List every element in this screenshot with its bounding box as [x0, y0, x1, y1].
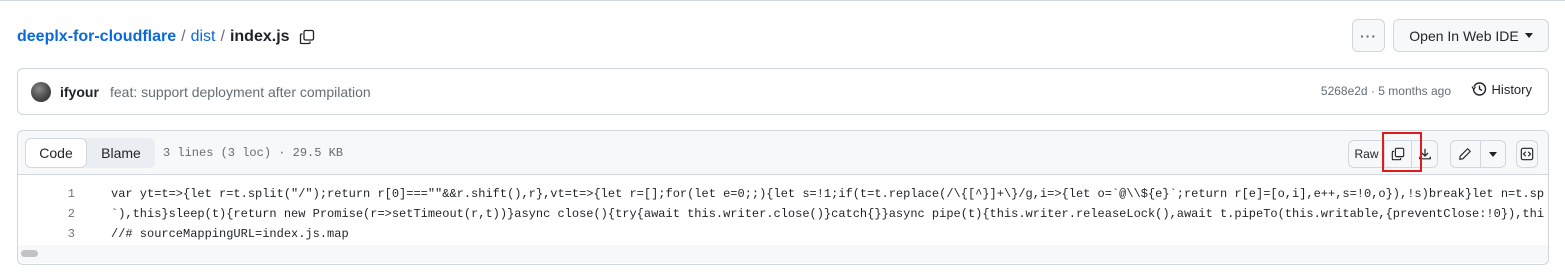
- scrollbar-thumb[interactable]: [21, 250, 38, 257]
- symbols-group: [1516, 140, 1538, 168]
- copy-path-icon[interactable]: [298, 28, 316, 46]
- edit-group: [1450, 140, 1506, 168]
- line-number[interactable]: 1: [18, 187, 75, 201]
- kebab-horizontal-icon: ···: [1360, 27, 1377, 44]
- view-toggle: Code Blame: [25, 138, 155, 168]
- code-line: 2 `),this}sleep(t){return new Promise(r=…: [18, 204, 1548, 224]
- file-viewer: Code Blame 3 lines (3 loc) · 29.5 KB Raw: [17, 130, 1549, 265]
- breadcrumb-separator: /: [181, 28, 186, 45]
- breadcrumb-separator: /: [220, 28, 225, 45]
- open-web-ide-label: Open In Web IDE: [1409, 27, 1519, 44]
- edit-options-dropdown[interactable]: [1479, 141, 1505, 167]
- commit-sha-and-date[interactable]: 5268e2d · 5 months ago: [1321, 84, 1451, 98]
- raw-button[interactable]: Raw: [1349, 141, 1385, 167]
- history-label: History: [1491, 81, 1532, 97]
- history-button[interactable]: History: [1471, 81, 1532, 97]
- horizontal-scrollbar[interactable]: [18, 245, 1548, 263]
- line-number[interactable]: 2: [18, 207, 75, 221]
- open-web-ide-button[interactable]: Open In Web IDE: [1393, 19, 1549, 52]
- tab-blame[interactable]: Blame: [87, 138, 155, 168]
- breadcrumb-repo-link[interactable]: deeplx-for-cloudflare: [17, 28, 176, 46]
- commit-author[interactable]: ifyour: [60, 84, 99, 100]
- line-content: var yt=t=>{let r=t.split("/");return r[0…: [111, 187, 1545, 201]
- symbols-panel-button[interactable]: [1517, 141, 1537, 167]
- tab-code[interactable]: Code: [25, 138, 87, 168]
- line-content: `),this}sleep(t){return new Promise(r=>s…: [111, 207, 1545, 221]
- history-icon: [1471, 82, 1486, 96]
- line-number[interactable]: 3: [18, 227, 75, 241]
- top-border: [0, 0, 1565, 4]
- edit-file-button[interactable]: [1451, 141, 1480, 167]
- code-square-icon: [1520, 147, 1534, 161]
- breadcrumb-folder-link[interactable]: dist: [191, 28, 216, 46]
- breadcrumb-file-name: index.js: [229, 28, 290, 45]
- latest-commit-box: ifyour feat: support deployment after co…: [17, 68, 1549, 115]
- code-line: 3 //# sourceMappingURL=index.js.map: [18, 224, 1548, 244]
- annotation-highlight-box: [1382, 132, 1422, 172]
- more-options-button[interactable]: ···: [1352, 19, 1385, 52]
- caret-down-icon: [1524, 33, 1533, 38]
- code-line: 1 var yt=t=>{let r=t.split("/");return r…: [18, 184, 1548, 204]
- avatar[interactable]: [31, 82, 51, 102]
- file-info: 3 lines (3 loc) · 29.5 KB: [163, 146, 344, 160]
- caret-down-icon: [1488, 151, 1497, 157]
- pencil-icon: [1459, 148, 1472, 160]
- breadcrumb: deeplx-for-cloudflare / dist / index.js: [17, 25, 316, 49]
- file-header: Code Blame 3 lines (3 loc) · 29.5 KB Raw: [18, 131, 1548, 175]
- commit-message[interactable]: feat: support deployment after compilati…: [110, 84, 371, 100]
- line-content: //# sourceMappingURL=index.js.map: [111, 227, 349, 241]
